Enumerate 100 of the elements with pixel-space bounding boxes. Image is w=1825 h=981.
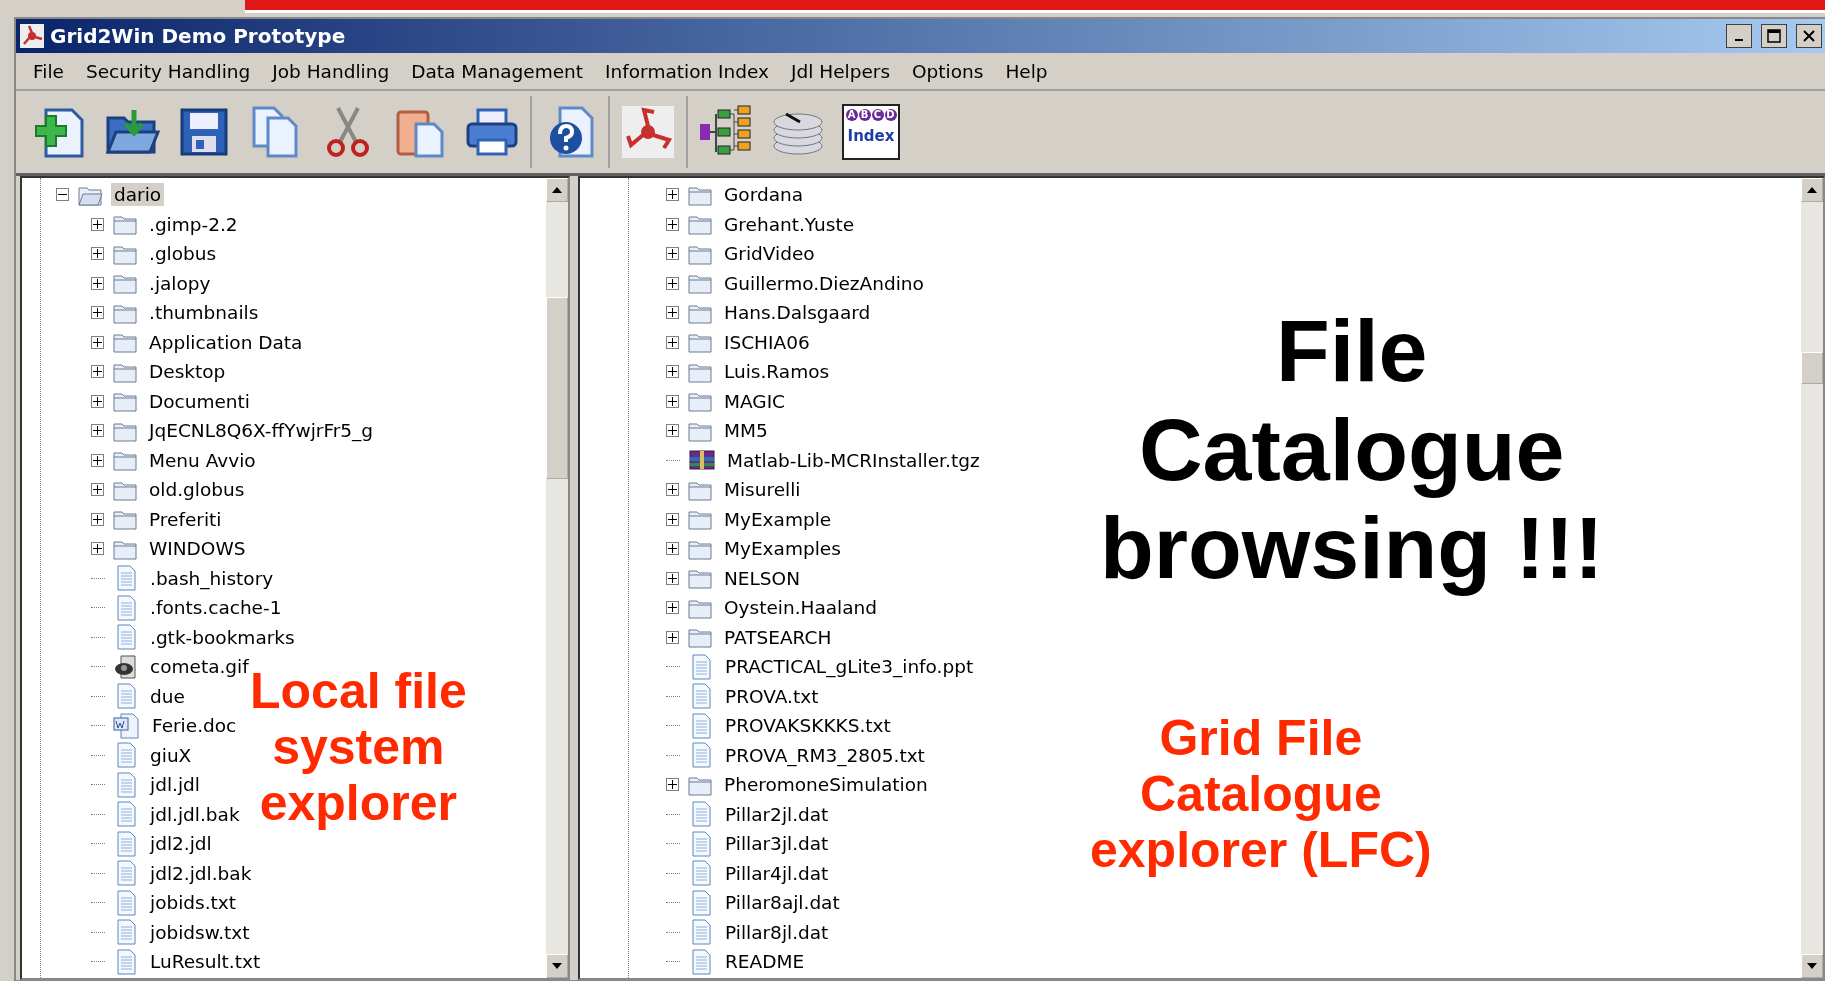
tree-item[interactable]: Desktop xyxy=(146,360,229,384)
tree-item[interactable]: Luis.Ramos xyxy=(721,360,833,384)
tree-item[interactable]: Matlab-Lib-MCRInstaller.tgz xyxy=(724,448,983,472)
scroll-thumb[interactable] xyxy=(1801,352,1823,384)
menu-item[interactable]: File xyxy=(22,60,75,82)
tree-item[interactable]: Pillar2jl.dat xyxy=(722,802,832,826)
tree-item[interactable]: .fonts.cache-1 xyxy=(147,596,285,620)
expand-toggle[interactable] xyxy=(666,571,679,585)
tree-item[interactable]: PheromoneSimulation xyxy=(721,773,931,797)
tree-item[interactable]: PATSEARCH xyxy=(721,625,835,649)
maximize-button[interactable] xyxy=(1761,24,1787,48)
tree-item[interactable]: MM5 xyxy=(721,419,771,443)
menu-item[interactable]: Data Management xyxy=(400,60,595,82)
expand-toggle[interactable] xyxy=(666,601,679,615)
tree-item[interactable]: MAGIC xyxy=(721,389,788,413)
menu-item[interactable]: Information Index xyxy=(594,60,780,82)
tree-item[interactable]: WINDOWS xyxy=(146,537,249,561)
expand-toggle[interactable] xyxy=(91,247,104,261)
expand-toggle[interactable] xyxy=(666,365,679,379)
tree-item[interactable]: MyExamples xyxy=(721,537,844,561)
scroll-up-button[interactable] xyxy=(546,178,568,202)
expand-toggle[interactable] xyxy=(666,394,679,408)
tree-item[interactable]: jdl2.jdl.bak xyxy=(147,861,255,885)
tree-item[interactable]: Guillermo.DiezAndino xyxy=(721,271,927,295)
tree-item[interactable]: ISCHIA06 xyxy=(721,330,813,354)
expand-toggle[interactable] xyxy=(666,424,679,438)
menu-item[interactable]: Security Handling xyxy=(74,60,262,82)
index-button[interactable]: A B C D Index xyxy=(842,104,900,160)
close-button[interactable] xyxy=(1796,24,1822,48)
tree-item[interactable]: Pillar8jl.dat xyxy=(722,920,832,944)
expand-toggle[interactable] xyxy=(91,453,104,467)
scroll-up-button[interactable] xyxy=(1801,178,1823,202)
tree-item[interactable]: jobidsw.txt xyxy=(147,920,253,944)
expand-toggle[interactable] xyxy=(666,335,679,349)
tree-item[interactable]: jdl.jdl.bak xyxy=(147,802,243,826)
tree-item[interactable]: cometa.gif xyxy=(147,655,252,679)
tree-item[interactable]: Grehant.Yuste xyxy=(721,212,857,236)
expand-toggle[interactable] xyxy=(91,512,104,526)
expand-toggle[interactable] xyxy=(91,542,104,556)
tree-item[interactable]: Documenti xyxy=(146,389,253,413)
tree-item[interactable]: jdl2.jdl xyxy=(147,832,215,856)
scroll-down-button[interactable] xyxy=(546,954,568,978)
expand-toggle[interactable] xyxy=(666,217,679,231)
tree-item[interactable]: giuX xyxy=(147,743,195,767)
minimize-button[interactable] xyxy=(1726,24,1752,48)
expand-toggle[interactable] xyxy=(91,394,104,408)
tree-item[interactable]: Application Data xyxy=(146,330,306,354)
expand-toggle[interactable] xyxy=(666,512,679,526)
expand-toggle[interactable] xyxy=(666,247,679,261)
expand-toggle[interactable] xyxy=(91,276,104,290)
tree-item[interactable]: old.globus xyxy=(146,478,248,502)
menu-item[interactable]: Jdl Helpers xyxy=(780,60,902,82)
expand-toggle[interactable] xyxy=(91,365,104,379)
tree-item[interactable]: Preferiti xyxy=(146,507,225,531)
expand-toggle[interactable] xyxy=(91,306,104,320)
tree-item[interactable]: PROVAKSKKKS.txt xyxy=(722,714,894,738)
expand-toggle[interactable] xyxy=(666,483,679,497)
collapse-toggle[interactable] xyxy=(56,188,69,202)
tree-item[interactable]: .thumbnails xyxy=(146,301,262,325)
tree-item[interactable]: Oystein.Haaland xyxy=(721,596,881,620)
tree-item[interactable]: Misurelli xyxy=(721,478,804,502)
tree-item[interactable]: Ferie.doc xyxy=(149,714,240,738)
expand-toggle[interactable] xyxy=(91,217,104,231)
tree-item[interactable]: .gimp-2.2 xyxy=(146,212,241,236)
tree-item[interactable]: Menu Avvio xyxy=(146,448,259,472)
expand-toggle[interactable] xyxy=(666,306,679,320)
tree-item[interactable]: .jalopy xyxy=(146,271,214,295)
tree-item[interactable]: LuResult.txt xyxy=(147,950,264,974)
menu-item[interactable]: Help xyxy=(994,60,1059,82)
expand-toggle[interactable] xyxy=(91,424,104,438)
tree-item[interactable]: PRACTICAL_gLite3_info.ppt xyxy=(722,655,977,679)
tree-item[interactable]: GridVideo xyxy=(721,242,818,266)
tree-item[interactable]: .bash_history xyxy=(147,566,277,590)
tree-item[interactable]: Pillar4jl.dat xyxy=(722,861,832,885)
tree-item[interactable]: MyExample xyxy=(721,507,835,531)
menu-item[interactable]: Options xyxy=(901,60,995,82)
expand-toggle[interactable] xyxy=(666,542,679,556)
tree-item[interactable]: Pillar8ajl.dat xyxy=(722,891,843,915)
triskelion-logo-icon[interactable] xyxy=(620,104,676,160)
tree-item[interactable]: PROVA.txt xyxy=(722,684,822,708)
tree-item[interactable]: Gordana xyxy=(721,183,807,207)
tree-item[interactable]: PROVA_RM3_2805.txt xyxy=(722,743,928,767)
tree-item[interactable]: .globus xyxy=(146,242,220,266)
menu-item[interactable]: Job Handling xyxy=(261,60,401,82)
expand-toggle[interactable] xyxy=(666,778,679,792)
tree-item[interactable]: jobids.txt xyxy=(147,891,240,915)
expand-toggle[interactable] xyxy=(666,276,679,290)
tree-item[interactable]: README xyxy=(722,950,808,974)
tree-item[interactable]: due xyxy=(147,684,188,708)
tree-item[interactable]: JqECNL8Q6X-ffYwjrFr5_g xyxy=(146,419,377,443)
tree-item[interactable]: dario xyxy=(111,183,165,207)
tree-item[interactable]: jdl.jdl xyxy=(147,773,203,797)
tree-item[interactable]: .gtk-bookmarks xyxy=(147,625,298,649)
tree-item[interactable]: Hans.Dalsgaard xyxy=(721,301,874,325)
scroll-down-button[interactable] xyxy=(1801,954,1823,978)
expand-toggle[interactable] xyxy=(91,335,104,349)
expand-toggle[interactable] xyxy=(91,483,104,497)
expand-toggle[interactable] xyxy=(666,630,679,644)
scroll-thumb[interactable] xyxy=(546,297,568,479)
expand-toggle[interactable] xyxy=(666,188,679,202)
